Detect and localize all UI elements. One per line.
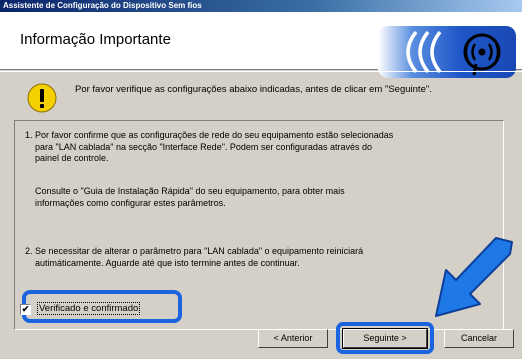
confirm-checkbox-label[interactable]: Verificado e confirmado <box>36 302 141 315</box>
wizard-window: Assistente de Configuração do Dispositiv… <box>0 0 522 359</box>
wizard-header: Informação Importante <box>0 12 522 78</box>
instruction-paragraph-3: 2. Se necessitar de alterar o parâmetro … <box>25 246 364 268</box>
warning-message: Por favor verifique as configurações aba… <box>75 84 432 95</box>
header-divider <box>0 71 522 72</box>
warning-icon <box>27 83 57 113</box>
page-title: Informação Importante <box>20 31 171 48</box>
instruction-paragraph-2: Consulte o "Guia de Instalação Rápida" d… <box>35 186 345 208</box>
instruction-paragraph-1: 1. Por favor confirme que as configuraçõ… <box>25 130 394 163</box>
back-button[interactable]: < Anterior <box>258 329 328 348</box>
confirm-checkbox[interactable]: ✔ <box>20 304 31 315</box>
window-titlebar[interactable]: Assistente de Configuração do Dispositiv… <box>0 0 522 12</box>
pointer-arrow-icon <box>420 234 520 330</box>
next-button[interactable]: Seguinte > <box>342 328 428 349</box>
window-title: Assistente de Configuração do Dispositiv… <box>3 1 202 10</box>
cancel-button[interactable]: Cancelar <box>444 329 514 348</box>
